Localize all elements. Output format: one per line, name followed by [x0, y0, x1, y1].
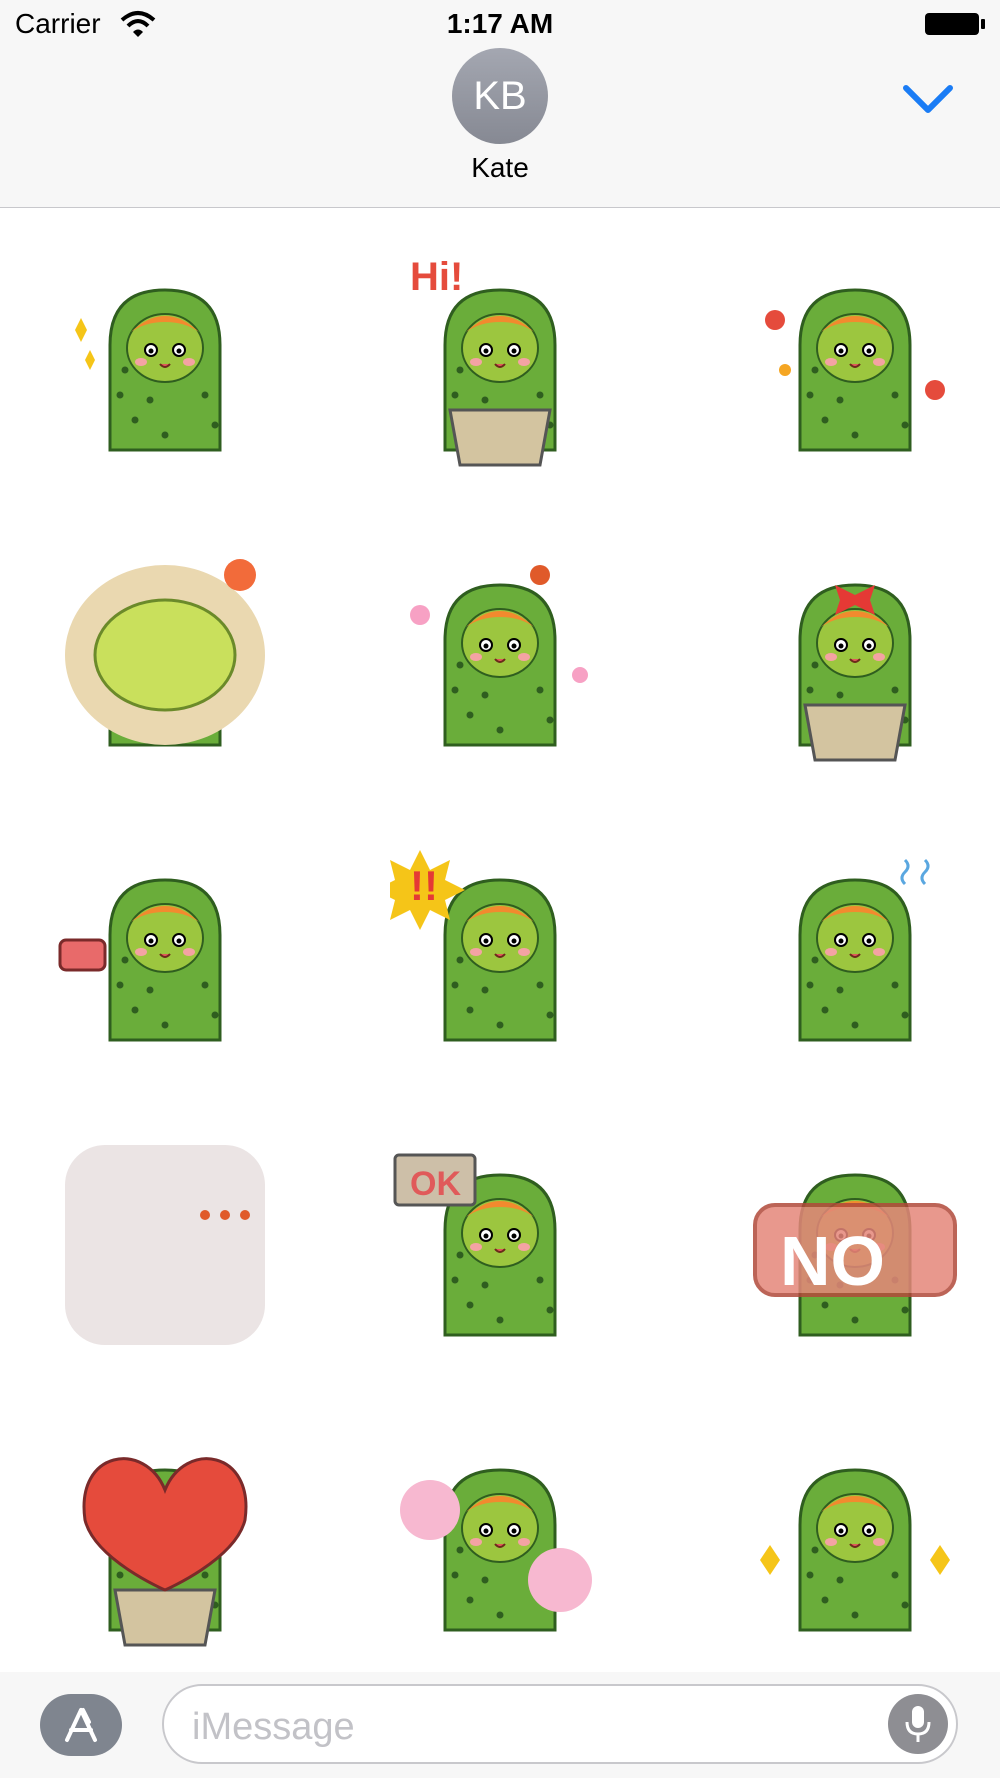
sticker-cactus-lifting-dumbbell[interactable] [55, 840, 275, 1060]
svg-text:!!: !! [410, 862, 438, 909]
sticker-cactus-sweating-nervous[interactable] [745, 840, 965, 1060]
app-store-button[interactable] [40, 1694, 122, 1756]
cactus-cotton-candy-image [400, 1468, 592, 1632]
sticker-cactus-girl-with-bow-in-pot[interactable] [745, 545, 965, 765]
cactus-no-sign-image: NO [753, 1173, 957, 1337]
sticker-cactus-thumbs-up[interactable] [55, 250, 275, 470]
cactus-in-corner-sulking-image [65, 1145, 265, 1345]
sticker-cactus-shy-blush[interactable] [390, 545, 610, 765]
status-time: 1:17 AM [446, 8, 554, 39]
cactus-surprised-exclaim-image: !! [375, 850, 557, 1042]
chevron-down-icon[interactable] [900, 80, 956, 120]
status-bar: Carrier 1:17 AM [0, 0, 1000, 50]
sticker-heart-cacti-in-pot[interactable] [55, 1430, 275, 1650]
sticker-cactus-sunbathing[interactable] [55, 545, 275, 765]
cactus-lifting-dumbbell-image [58, 878, 222, 1042]
sticker-cactus-no-sign[interactable]: NO [745, 1135, 965, 1355]
cactus-dancing-flowers-image [765, 288, 945, 452]
conversation-header: Carrier 1:17 AM KB Kate [0, 0, 1000, 208]
sticker-cactus-surprised-exclaim[interactable]: !! [375, 840, 610, 1060]
heart-cacti-in-pot-image [82, 1457, 248, 1647]
cactus-sweating-nervous-image [798, 858, 930, 1042]
svg-text:OK: OK [410, 1165, 461, 1203]
contact-avatar[interactable]: KB [452, 48, 548, 144]
cactus-thumbs-up-image [75, 288, 222, 452]
app-store-icon [65, 1708, 97, 1742]
svg-text:Hi!: Hi! [410, 255, 463, 299]
cactus-excited-hands-image [760, 1468, 950, 1632]
cactus-girl-with-bow-in-pot-image [798, 583, 912, 762]
sticker-cactus-excited-hands[interactable] [745, 1430, 965, 1650]
microphone-button[interactable] [888, 1694, 948, 1754]
input-bar: iMessage [0, 1672, 1000, 1778]
cactus-sunbathing-image [65, 559, 265, 747]
message-input[interactable]: iMessage [162, 1684, 958, 1764]
cactus-ok-sign-image: OK [393, 1153, 557, 1337]
sticker-grid: Hi! !! OK NO [0, 210, 1000, 1670]
svg-text:NO: NO [780, 1222, 885, 1300]
contact-name[interactable]: Kate [0, 152, 1000, 184]
sticker-cactus-ok-sign[interactable]: OK [390, 1135, 610, 1355]
microphone-icon [905, 1706, 931, 1742]
sticker-cactus-in-corner-sulking[interactable] [55, 1135, 275, 1355]
cactus-hi-in-pot-image: Hi! [410, 255, 557, 467]
cactus-shy-blush-image [410, 565, 588, 747]
sticker-cactus-hi-in-pot[interactable]: Hi! [390, 250, 610, 470]
sticker-cactus-dancing-flowers[interactable] [745, 250, 965, 470]
message-placeholder: iMessage [192, 1706, 355, 1748]
sticker-cactus-cotton-candy[interactable] [390, 1430, 610, 1650]
battery-icon [925, 13, 985, 35]
